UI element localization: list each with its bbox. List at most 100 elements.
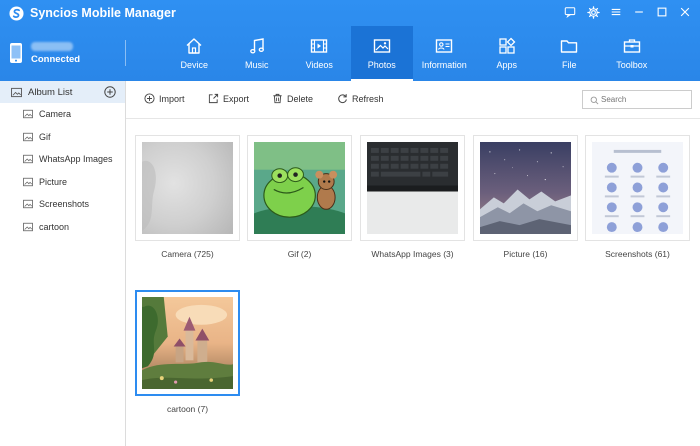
- export-label: Export: [223, 93, 250, 104]
- search-input[interactable]: [601, 93, 689, 106]
- tab-toolbox[interactable]: Toolbox: [601, 26, 664, 81]
- album-list-label: Album List: [28, 86, 73, 98]
- add-album-icon[interactable]: [104, 86, 116, 98]
- album-icon: [23, 200, 33, 209]
- import-label: Import: [159, 93, 185, 104]
- tab-information[interactable]: Information: [413, 26, 476, 81]
- album-thumbnail[interactable]: [585, 135, 690, 241]
- minimize-icon[interactable]: [632, 5, 646, 19]
- feedback-icon[interactable]: [563, 5, 577, 19]
- album-sidebar: Album List Camera Gif WhatsApp Images Pi…: [0, 81, 126, 446]
- album-card-cartoon[interactable]: cartoon (7): [135, 290, 240, 414]
- tab-music[interactable]: Music: [226, 26, 289, 81]
- tab-label: Toolbox: [616, 60, 648, 70]
- album-caption: Gif (2): [287, 249, 312, 259]
- maximize-icon[interactable]: [655, 5, 669, 19]
- album-card-camera[interactable]: Camera (725): [135, 135, 240, 259]
- album-thumbnail[interactable]: [360, 135, 465, 241]
- photo-icon: [373, 39, 390, 53]
- album-thumbnail[interactable]: [135, 135, 240, 241]
- album-icon: [23, 222, 33, 231]
- search-icon: [590, 96, 599, 105]
- camera-thumbnail-image: [142, 142, 233, 234]
- contact-card-icon: [436, 39, 453, 53]
- sidebar-item-label: WhatsApp Images: [39, 154, 113, 165]
- sidebar-item-picture[interactable]: Picture: [0, 171, 125, 194]
- album-caption: Picture (16): [503, 249, 548, 259]
- tab-photos[interactable]: Photos: [350, 26, 413, 81]
- album-grid: Camera (725) Gif (2) WhatsApp Images (3)…: [126, 120, 700, 446]
- sidebar-item-label: cartoon: [39, 221, 70, 232]
- tab-videos[interactable]: Videos: [288, 26, 351, 81]
- refresh-icon: [338, 94, 347, 104]
- film-icon: [311, 39, 328, 53]
- toolbox-icon: [623, 39, 640, 53]
- screenshots-thumbnail-image: [592, 142, 683, 234]
- album-icon: [11, 87, 22, 97]
- sidebar-item-cartoon[interactable]: cartoon: [0, 216, 125, 239]
- delete-label: Delete: [287, 93, 314, 104]
- album-icon: [23, 132, 33, 141]
- export-button[interactable]: Export: [208, 93, 249, 104]
- folder-icon: [561, 40, 578, 53]
- sidebar-item-label: Camera: [39, 109, 72, 120]
- album-icon: [23, 110, 33, 119]
- title-bar: Syncios Mobile Manager Connected Device …: [0, 0, 700, 81]
- device-name-blurred: [31, 42, 73, 51]
- album-thumbnail[interactable]: [473, 135, 578, 241]
- refresh-label: Refresh: [352, 93, 384, 104]
- gif-thumbnail-image: [254, 142, 345, 234]
- import-button[interactable]: Import: [144, 93, 185, 104]
- tab-label: Music: [244, 60, 269, 70]
- menu-icon[interactable]: [609, 5, 623, 19]
- tab-apps[interactable]: Apps: [476, 26, 539, 81]
- album-card-whatsapp-images[interactable]: WhatsApp Images (3): [360, 135, 465, 259]
- album-caption: Camera (725): [161, 249, 214, 259]
- music-icon: [249, 38, 264, 54]
- sidebar-item-whatsapp-images[interactable]: WhatsApp Images: [0, 148, 125, 171]
- album-caption: WhatsApp Images (3): [371, 249, 454, 259]
- app-title-area: Syncios Mobile Manager: [9, 5, 176, 21]
- window-controls: [563, 5, 692, 19]
- album-icon: [23, 177, 33, 186]
- trash-icon: [273, 93, 282, 104]
- tab-file[interactable]: File: [538, 26, 601, 81]
- nav-divider: [125, 40, 126, 66]
- sidebar-item-screenshots[interactable]: Screenshots: [0, 193, 125, 216]
- sidebar-item-label: Gif: [39, 131, 51, 142]
- tab-label: Photos: [367, 60, 396, 70]
- album-card-picture[interactable]: Picture (16): [473, 135, 578, 259]
- sidebar-item-label: Picture: [39, 176, 68, 187]
- cartoon-thumbnail-image: [142, 297, 233, 389]
- app-title: Syncios Mobile Manager: [30, 6, 176, 20]
- phone-icon: [10, 43, 22, 63]
- export-icon: [208, 93, 219, 104]
- album-caption: cartoon (7): [166, 404, 209, 414]
- add-circle-icon: [144, 93, 155, 104]
- album-icon: [23, 155, 33, 164]
- search-box[interactable]: [582, 90, 692, 109]
- album-thumbnail-selected[interactable]: [135, 290, 240, 396]
- delete-button[interactable]: Delete: [272, 93, 313, 104]
- album-card-gif[interactable]: Gif (2): [247, 135, 352, 259]
- tab-label: File: [561, 60, 577, 70]
- sidebar-item-camera[interactable]: Camera: [0, 103, 125, 126]
- sidebar-item-gif[interactable]: Gif: [0, 126, 125, 149]
- main-tabs: Device Music Videos Photos Information A…: [163, 26, 663, 81]
- refresh-button[interactable]: Refresh: [337, 93, 384, 104]
- tab-label: Device: [180, 60, 208, 70]
- album-caption: Screenshots (61): [605, 249, 670, 259]
- device-panel[interactable]: Connected: [0, 26, 125, 81]
- tab-label: Apps: [496, 60, 517, 70]
- album-list-header[interactable]: Album List: [0, 81, 125, 103]
- home-icon: [186, 38, 202, 54]
- photo-toolbar: Import Export Delete Refresh: [126, 81, 700, 119]
- album-thumbnail[interactable]: [247, 135, 352, 241]
- close-icon[interactable]: [678, 5, 692, 19]
- tab-device[interactable]: Device: [163, 26, 226, 81]
- whatsapp-thumbnail-image: [367, 142, 458, 234]
- tab-label: Information: [421, 60, 467, 70]
- settings-gear-icon[interactable]: [586, 5, 600, 19]
- album-card-screenshots[interactable]: Screenshots (61): [585, 135, 690, 259]
- picture-thumbnail-image: [480, 142, 571, 234]
